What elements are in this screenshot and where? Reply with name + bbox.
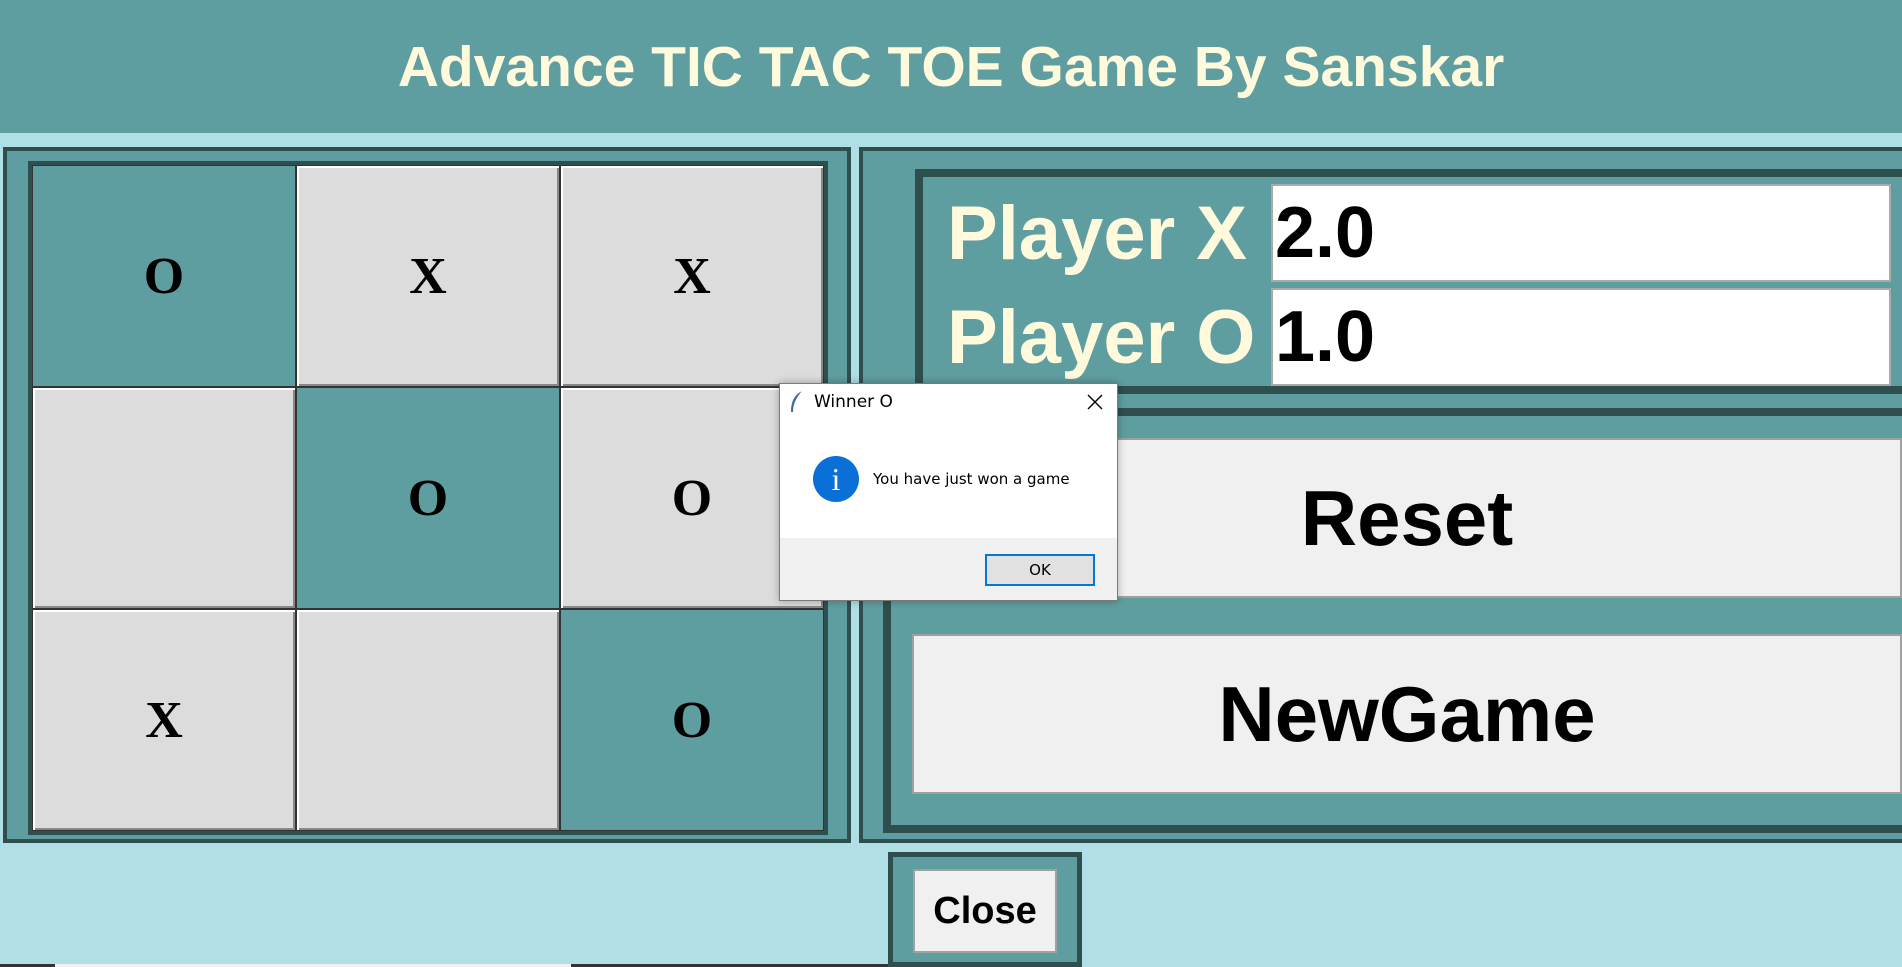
dialog-title: Winner O <box>814 392 893 412</box>
player-o-label: Player O <box>947 294 1256 380</box>
player-x-score-field[interactable]: 2.0 <box>1271 184 1891 282</box>
board-cell-8[interactable] <box>296 609 560 831</box>
page-title: Advance TIC TAC TOE Game By Sanskar <box>397 34 1505 99</box>
player-x-row: Player X 2.0 <box>947 183 1891 283</box>
player-o-score-field[interactable]: 1.0 <box>1271 288 1891 386</box>
winner-dialog: Winner O i You have just won a game OK <box>779 383 1118 601</box>
scoreboard: Player X 2.0 Player O 1.0 <box>915 169 1902 394</box>
divider <box>0 133 1902 143</box>
ok-button[interactable]: OK <box>985 554 1095 586</box>
close-icon[interactable] <box>1083 390 1107 414</box>
board-cell-7[interactable]: X <box>32 609 296 831</box>
info-icon: i <box>813 456 859 502</box>
game-board: O X X O O X O <box>28 161 828 835</box>
feather-icon <box>791 390 803 412</box>
dialog-message: You have just won a game <box>873 470 1070 488</box>
title-bar: Advance TIC TAC TOE Game By Sanskar <box>0 0 1902 133</box>
dialog-titlebar: Winner O <box>780 384 1117 420</box>
board-panel: O X X O O X O <box>0 143 856 847</box>
board-cell-9[interactable]: O <box>560 609 824 831</box>
board-cell-1[interactable]: O <box>32 165 296 387</box>
player-x-label: Player X <box>947 190 1247 276</box>
board-cell-4[interactable] <box>32 387 296 609</box>
board-cell-2[interactable]: X <box>296 165 560 387</box>
board-frame: O X X O O X O <box>3 147 851 843</box>
newgame-button[interactable]: NewGame <box>912 634 1902 794</box>
player-o-row: Player O 1.0 <box>947 287 1891 387</box>
board-cell-5[interactable]: O <box>296 387 560 609</box>
close-frame: Close <box>888 852 1082 967</box>
close-button[interactable]: Close <box>913 869 1057 953</box>
board-cell-3[interactable]: X <box>560 165 824 387</box>
